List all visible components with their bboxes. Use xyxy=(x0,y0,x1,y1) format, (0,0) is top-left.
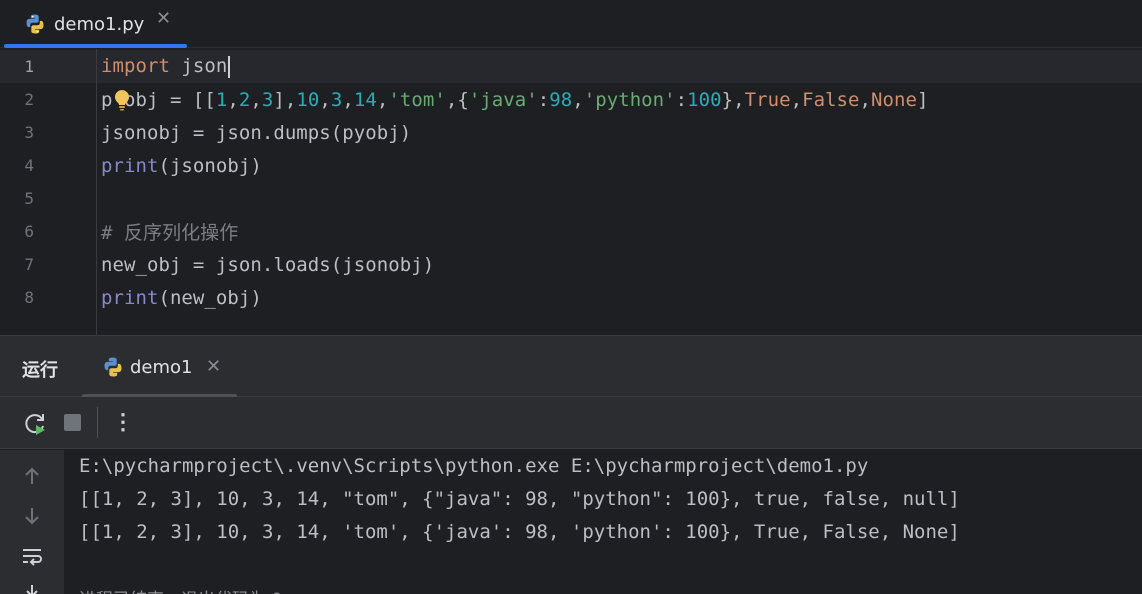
python-file-icon xyxy=(26,14,44,34)
lightbulb-icon[interactable] xyxy=(113,89,131,111)
console-line: [[1, 2, 3], 10, 3, 14, "tom", {"java": 9… xyxy=(79,488,960,510)
code-editor[interactable]: 1 import json 2 p obj = [[1,2,3],10,3,14,… xyxy=(0,49,1142,335)
run-tab-label: demo1 xyxy=(130,357,193,378)
code-line-1[interactable]: 1 import json xyxy=(0,50,1142,83)
code-text: new_obj = json.loads(jsonobj) xyxy=(101,253,435,276)
close-icon[interactable]: ✕ xyxy=(156,8,171,29)
code-text: jsonobj = json.dumps(pyobj) xyxy=(101,121,412,144)
scroll-up-icon[interactable] xyxy=(20,464,44,488)
line-number: 3 xyxy=(24,123,34,142)
rerun-icon[interactable] xyxy=(22,411,48,437)
active-tab-indicator xyxy=(4,44,187,48)
code-line-6[interactable]: 6 # 反序列化操作 xyxy=(0,215,1142,248)
code-line-8[interactable]: 8 print(new_obj) xyxy=(0,281,1142,314)
line-number: 8 xyxy=(24,288,34,307)
line-number: 6 xyxy=(24,222,34,241)
run-tab-demo1[interactable]: demo1 ✕ xyxy=(82,336,237,398)
line-number: 5 xyxy=(24,189,34,208)
code-line-4[interactable]: 4 print(jsonobj) xyxy=(0,149,1142,182)
code-text: import json xyxy=(101,55,231,78)
line-number: 2 xyxy=(24,90,34,109)
code-comment: # 反序列化操作 xyxy=(101,222,239,244)
scroll-to-end-icon[interactable] xyxy=(20,582,44,594)
text-cursor xyxy=(228,55,231,78)
code-text: p obj = [[1,2,3],10,3,14,'tom',{'java':98… xyxy=(101,88,929,111)
code-line-7[interactable]: 7 new_obj = json.loads(jsonobj) xyxy=(0,248,1142,281)
editor-tab-bar: demo1.py ✕ xyxy=(0,0,1142,48)
run-panel-header: 运行 demo1 ✕ xyxy=(0,335,1142,398)
code-text: print(new_obj) xyxy=(101,286,262,309)
run-toolbar: ⋮ xyxy=(0,397,1142,449)
code-line-5[interactable]: 5 xyxy=(0,182,1142,215)
toolbar-separator xyxy=(97,407,98,438)
code-line-2[interactable]: 2 p obj = [[1,2,3],10,3,14,'tom',{'java':… xyxy=(0,83,1142,116)
console-line: [[1, 2, 3], 10, 3, 14, 'tom', {'java': 9… xyxy=(79,521,960,543)
code-text: print(jsonobj) xyxy=(101,154,262,177)
line-number: 4 xyxy=(24,156,34,175)
stop-icon[interactable] xyxy=(64,414,81,431)
line-number: 7 xyxy=(24,255,34,274)
scroll-down-icon[interactable] xyxy=(20,504,44,528)
run-panel-title: 运行 xyxy=(22,360,58,381)
code-line-3[interactable]: 3 jsonobj = json.dumps(pyobj) xyxy=(0,116,1142,149)
python-file-icon xyxy=(104,357,122,377)
editor-tab-demo1[interactable]: demo1.py ✕ xyxy=(4,0,187,48)
more-icon[interactable]: ⋮ xyxy=(112,409,134,435)
console-side-toolbar xyxy=(0,450,64,594)
console-output[interactable]: E:\pycharmproject\.venv\Scripts\python.e… xyxy=(0,450,1142,594)
soft-wrap-icon[interactable] xyxy=(20,544,44,568)
line-number: 1 xyxy=(24,57,34,76)
process-exit-message: 进程已结束，退出代码为 0 xyxy=(79,585,282,594)
close-icon[interactable]: ✕ xyxy=(206,356,221,377)
editor-tab-label: demo1.py xyxy=(54,13,145,35)
console-line: E:\pycharmproject\.venv\Scripts\python.e… xyxy=(79,455,869,477)
